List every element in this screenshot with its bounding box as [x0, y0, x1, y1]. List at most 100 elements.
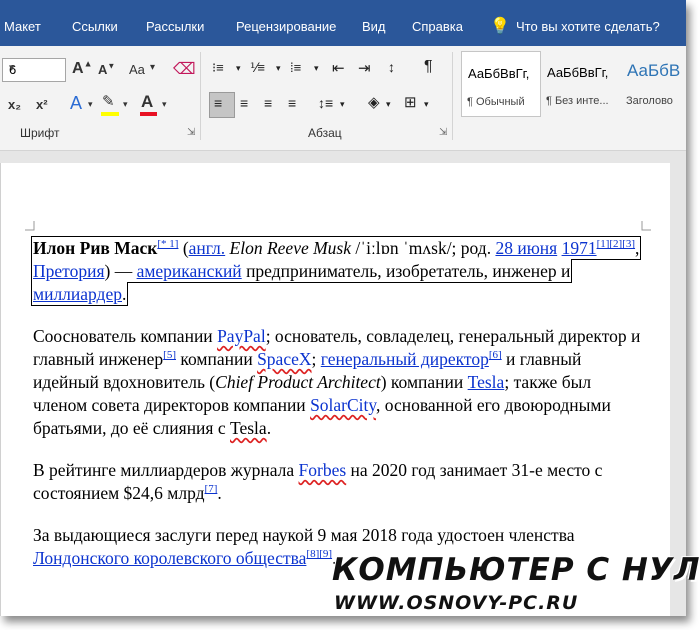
link-tesla[interactable]: Tesla	[468, 372, 505, 392]
change-case-button[interactable]: Aa	[129, 62, 145, 77]
link-forbes[interactable]: Forbes	[299, 460, 347, 480]
document-canvas: Илон Рив Маск[* 1] (англ. Elon Reeve Mus…	[0, 151, 686, 616]
tab-review[interactable]: Рецензирование	[236, 19, 336, 34]
document-page[interactable]: Илон Рив Маск[* 1] (англ. Elon Reeve Mus…	[0, 163, 670, 616]
link-solarcity[interactable]: SolarCity	[310, 395, 376, 415]
bullets-icon[interactable]: ⁝≡	[212, 60, 224, 76]
text-run: (	[178, 238, 189, 258]
text-run: За выдающиеся заслуги перед наукой 9 мая…	[33, 525, 575, 545]
align-left-icon: ≡	[214, 95, 223, 111]
document-body[interactable]: Илон Рив Маск[* 1] (англ. Elon Reeve Mus…	[30, 236, 645, 589]
text-run: предприниматель, изобретатель, инженер и	[241, 261, 571, 281]
text-run: ,	[635, 238, 640, 258]
text-run: компании	[175, 349, 258, 369]
decrease-indent-icon[interactable]: ⇤	[332, 59, 345, 77]
lightbulb-icon[interactable]: 💡	[490, 16, 510, 36]
link-pretoria[interactable]: Претория	[33, 261, 105, 281]
chevron-down-icon[interactable]: ▾	[314, 63, 319, 74]
paragraph-1: Илон Рив Маск[* 1] (англ. Elon Reeve Mus…	[30, 236, 645, 306]
link-ceo[interactable]: генеральный директор	[321, 349, 489, 369]
group-separator	[452, 52, 453, 140]
numbering-icon[interactable]: ⅟≡	[250, 60, 265, 76]
chevron-down-icon[interactable]: ▾	[276, 63, 281, 74]
chevron-down-icon[interactable]: ▾	[123, 99, 128, 110]
text-run: ) компании	[380, 372, 468, 392]
ribbon: 6 ▾ A▲ A▼ Aa ▾ ⌫ x₂ x² A ▾ ✎ ▾ A ▾ Шрифт…	[0, 46, 686, 151]
watermark-url: WWW.OSNOVY-PC.RU	[334, 592, 579, 614]
style-name: ¶ Обычный	[467, 96, 525, 108]
chevron-down-icon[interactable]: ▾	[236, 63, 241, 74]
link-angl[interactable]: англ.	[189, 238, 226, 258]
font-color-bar	[140, 112, 157, 116]
align-center-icon[interactable]: ≡	[240, 95, 248, 111]
superscript-button[interactable]: x²	[36, 97, 48, 112]
font-group-label: Шрифт	[20, 126, 60, 140]
align-right-icon[interactable]: ≡	[264, 95, 272, 111]
paragraph-group-label: Абзац	[308, 126, 342, 140]
tab-references[interactable]: Ссылки	[72, 19, 118, 34]
link-birth-year[interactable]: 1971	[562, 238, 597, 258]
style-normal[interactable]: АаБбВвГг, ¶ Обычный	[461, 51, 541, 117]
reference-link[interactable]: [5]	[163, 349, 176, 361]
tell-me-search[interactable]: Что вы хотите сделать?	[516, 19, 660, 34]
link-american[interactable]: американский	[137, 261, 242, 281]
text-run: Сооснователь компании	[33, 326, 218, 346]
link-paypal[interactable]: PayPal	[217, 326, 266, 346]
ribbon-tab-bar: Макет Ссылки Рассылки Рецензирование Вид…	[0, 0, 686, 46]
shrink-font-button[interactable]: A▼	[98, 62, 115, 77]
style-name: Заголово	[626, 95, 673, 107]
margin-corner-mark	[25, 221, 35, 231]
chevron-down-icon[interactable]: ▾	[150, 62, 155, 73]
borders-icon[interactable]: ⊞	[404, 93, 417, 111]
dialog-launcher-icon[interactable]: ⇲	[439, 127, 447, 138]
show-formatting-marks-icon[interactable]: ¶	[424, 58, 433, 76]
chevron-down-icon[interactable]: ▾	[424, 99, 429, 110]
chevron-down-icon[interactable]: ▾	[88, 99, 93, 110]
style-preview: АаБбВвГг,	[468, 66, 530, 81]
styles-gallery: АаБбВвГг, ¶ Обычный АаБбВвГг, ¶ Без инте…	[461, 51, 686, 117]
word-window: Макет Ссылки Рассылки Рецензирование Вид…	[0, 0, 686, 616]
watermark-title: КОМПЬЮТЕР С НУЛЯ	[332, 552, 700, 588]
tab-help[interactable]: Справка	[412, 19, 463, 34]
highlight-icon[interactable]: ✎	[102, 92, 115, 110]
justify-icon[interactable]: ≡	[288, 95, 296, 111]
reference-links[interactable]: [8][9]	[306, 548, 332, 560]
footnote-link[interactable]: [* 1]	[157, 238, 178, 250]
text-effects-icon[interactable]: A	[70, 93, 82, 114]
tab-view[interactable]: Вид	[362, 19, 386, 34]
reference-links[interactable]: [1][2][3]	[597, 238, 635, 250]
text-run: .	[121, 284, 127, 304]
english-name: Elon Reeve Musk	[229, 238, 352, 258]
sort-icon[interactable]: ↕	[388, 59, 395, 75]
tab-layout[interactable]: Макет	[4, 19, 41, 34]
paragraph-3: В рейтинге миллиардеров журнала Forbes н…	[33, 459, 645, 505]
link-royal-society[interactable]: Лондонского королевского общества	[33, 548, 306, 568]
reference-link[interactable]: [7]	[205, 483, 218, 495]
chevron-down-icon[interactable]: ▾	[340, 99, 345, 110]
text-run: .	[266, 418, 272, 438]
chevron-down-icon[interactable]: ▾	[9, 61, 61, 74]
text-run: .	[217, 483, 222, 503]
link-birth-date[interactable]: 28 июня	[495, 238, 557, 258]
style-heading[interactable]: АаБбВ Заголово	[621, 51, 686, 115]
multilevel-list-icon[interactable]: ⁞≡	[290, 60, 301, 75]
grow-font-button[interactable]: A▲	[72, 59, 92, 78]
font-color-icon[interactable]: A	[141, 92, 153, 112]
style-no-spacing[interactable]: АаБбВвГг, ¶ Без инте...	[541, 51, 619, 115]
link-spacex[interactable]: SpaceX	[257, 349, 311, 369]
reference-link[interactable]: [6]	[489, 349, 502, 361]
clear-formatting-icon[interactable]: ⌫	[173, 59, 196, 79]
increase-indent-icon[interactable]: ⇥	[358, 59, 371, 77]
chevron-down-icon[interactable]: ▾	[386, 99, 391, 110]
tab-mailings[interactable]: Рассылки	[146, 19, 204, 34]
font-size-select[interactable]: 6 ▾	[2, 58, 66, 82]
text-run: ;	[311, 349, 321, 369]
chevron-down-icon[interactable]: ▾	[162, 99, 167, 110]
link-billionaire[interactable]: миллиардер	[33, 284, 122, 304]
style-preview: АаБбВвГг,	[547, 65, 609, 80]
subscript-button[interactable]: x₂	[8, 97, 21, 112]
selected-text[interactable]: Илон Рив Маск[* 1] (англ. Elon Reeve Mus…	[30, 236, 642, 306]
dialog-launcher-icon[interactable]: ⇲	[187, 127, 195, 138]
line-spacing-icon[interactable]: ↕≡	[318, 95, 333, 111]
shading-icon[interactable]: ◈	[368, 93, 380, 111]
